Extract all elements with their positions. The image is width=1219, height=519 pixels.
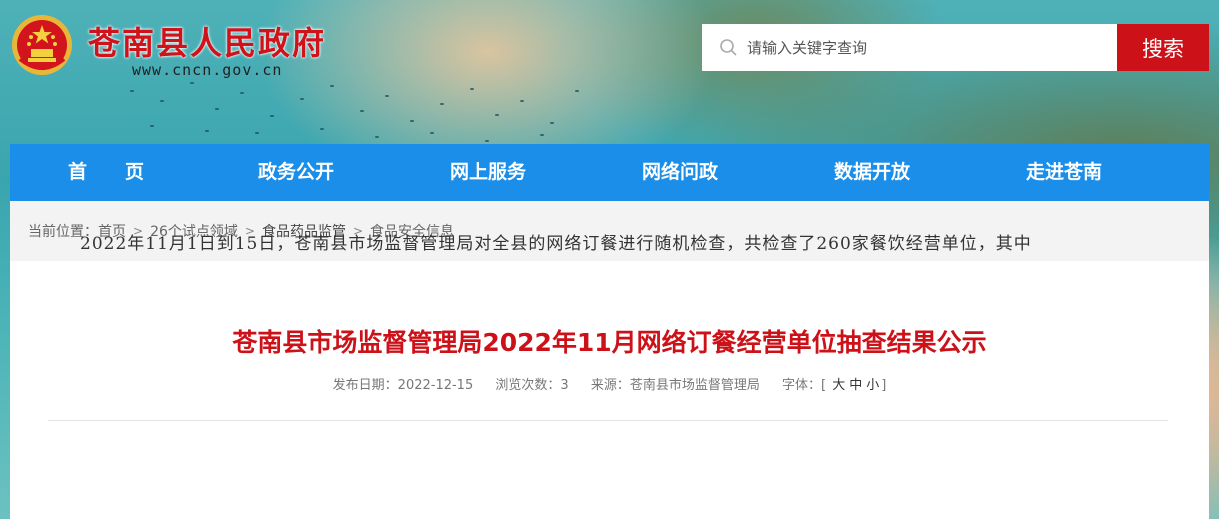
boat-dot <box>160 100 164 102</box>
boat-dot <box>270 115 274 117</box>
main-nav: 首 页 政务公开 网上服务 网络问政 数据开放 走进苍南 <box>10 144 1209 201</box>
boat-dot <box>485 140 489 142</box>
article-panel: 苍南县市场监督管理局2022年11月网络订餐经营单位抽查结果公示 发布日期：20… <box>10 261 1209 519</box>
publish-date: 发布日期：2022-12-15 <box>332 378 474 393</box>
boat-dot <box>410 120 414 122</box>
divider <box>48 420 1168 421</box>
boat-dot <box>190 82 194 84</box>
boat-dot <box>300 98 304 100</box>
boat-dot <box>430 132 434 134</box>
nav-item-government-affairs[interactable]: 政务公开 <box>216 144 376 201</box>
search-button[interactable]: 搜索 <box>1117 24 1209 71</box>
site-title: 苍南县人民政府 <box>88 24 327 62</box>
search-icon <box>720 38 737 56</box>
banner-boats-decoration <box>120 70 600 150</box>
nav-item-home[interactable]: 首 页 <box>26 144 186 201</box>
boat-dot <box>495 114 499 116</box>
nav-item-online-services[interactable]: 网上服务 <box>408 144 568 201</box>
boat-dot <box>360 110 364 112</box>
font-size-medium-button[interactable]: 中 <box>849 378 862 393</box>
boat-dot <box>575 90 579 92</box>
national-emblem-icon <box>12 15 72 75</box>
font-size-switcher: 字体：[ 大中小] <box>781 378 887 393</box>
boat-dot <box>320 128 324 130</box>
boat-dot <box>150 125 154 127</box>
boat-dot <box>385 95 389 97</box>
site-domain: www.cncn.gov.cn <box>132 61 283 79</box>
article-meta: 发布日期：2022-12-15 浏览次数：3 来源：苍南县市场监督管理局 字体：… <box>10 374 1209 393</box>
font-size-small-button[interactable]: 小 <box>866 378 879 393</box>
boat-dot <box>255 132 259 134</box>
search-input[interactable] <box>747 24 1118 71</box>
boat-dot <box>520 100 524 102</box>
boat-dot <box>550 122 554 124</box>
boat-dot <box>330 85 334 87</box>
font-size-large-button[interactable]: 大 <box>832 378 845 393</box>
nav-item-online-inquiry[interactable]: 网络问政 <box>600 144 760 201</box>
search-box <box>702 24 1118 71</box>
boat-dot <box>130 90 134 92</box>
nav-item-about-cangnan[interactable]: 走进苍南 <box>984 144 1144 201</box>
boat-dot <box>440 103 444 105</box>
boat-dot <box>205 130 209 132</box>
article-source: 来源：苍南县市场监督管理局 <box>590 378 760 393</box>
article-title: 苍南县市场监督管理局2022年11月网络订餐经营单位抽查结果公示 <box>232 328 987 357</box>
boat-dot <box>375 136 379 138</box>
article-body-paragraph: 2022年11月1日到15日，苍南县市场监督管理局对全县的网络订餐进行随机检查，… <box>80 234 1032 254</box>
nav-item-open-data[interactable]: 数据开放 <box>792 144 952 201</box>
boat-dot <box>215 108 219 110</box>
boat-dot <box>540 134 544 136</box>
view-count: 浏览次数：3 <box>495 378 569 393</box>
boat-dot <box>240 92 244 94</box>
boat-dot <box>470 88 474 90</box>
